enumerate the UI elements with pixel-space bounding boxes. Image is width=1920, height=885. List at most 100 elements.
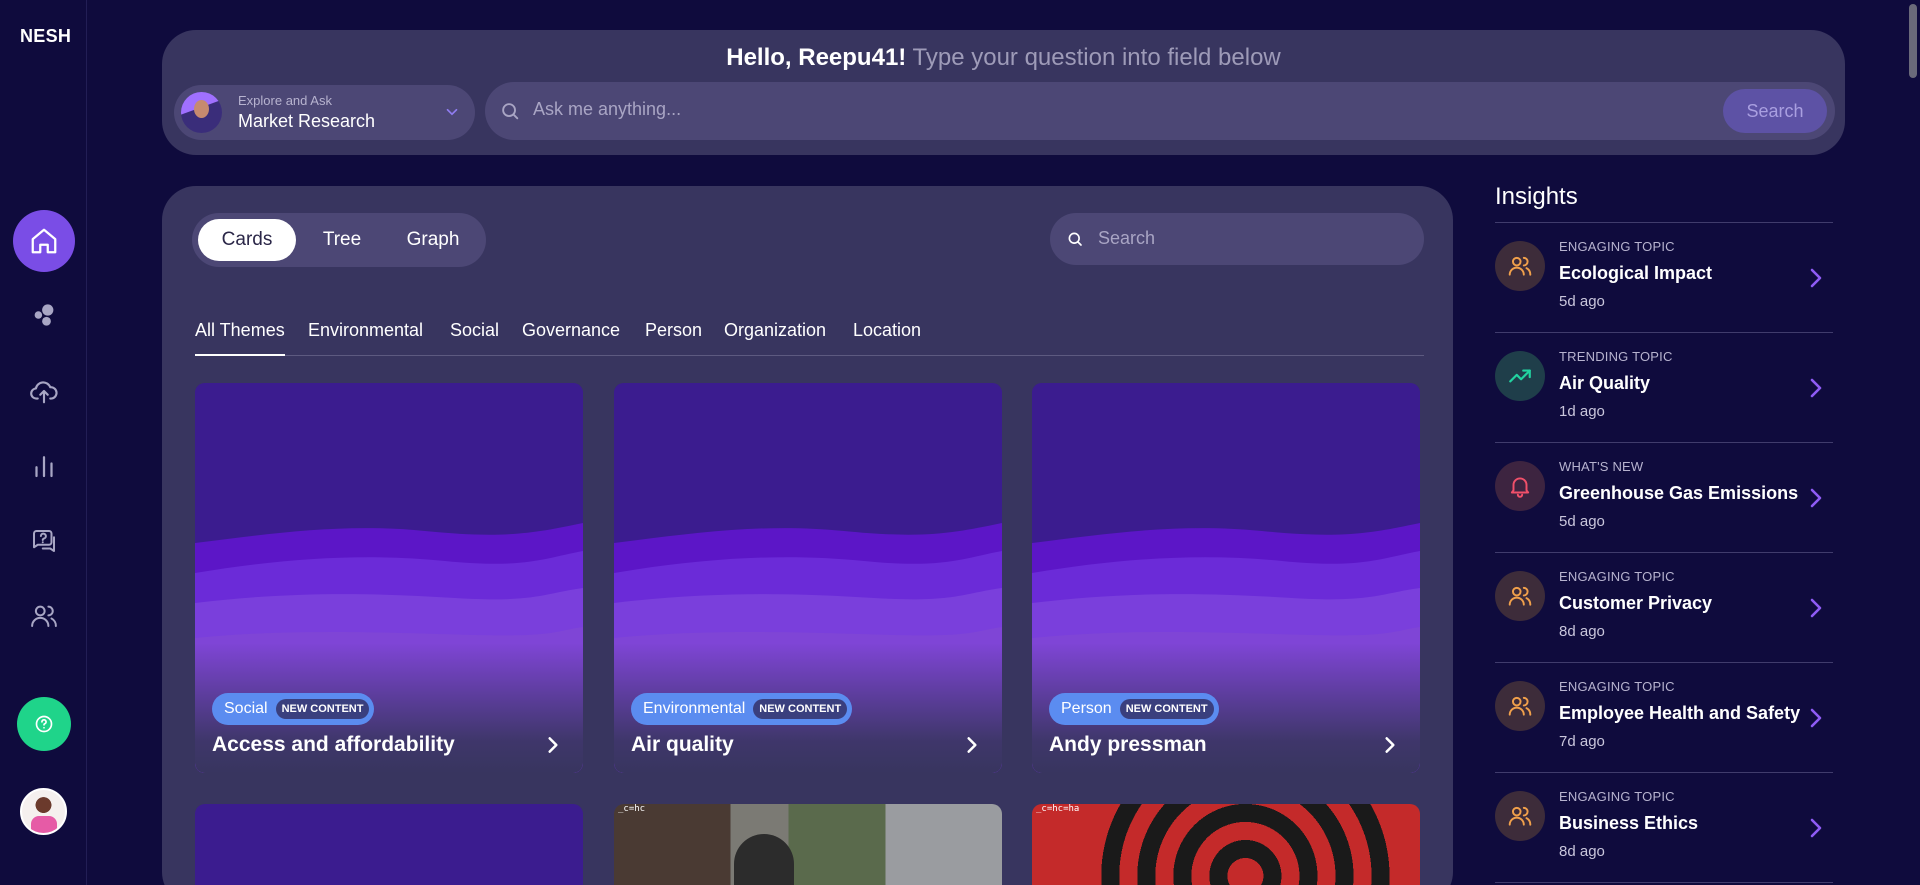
view-tree[interactable]: Tree <box>304 219 380 261</box>
greeting-name: Hello, Reepu41! <box>726 44 907 71</box>
insight-title: Business Ethics <box>1559 813 1699 833</box>
tab-social[interactable]: Social <box>450 320 499 356</box>
insight-item[interactable]: ENGAGING TOPIC Employee Health and Safet… <box>1495 663 1833 773</box>
chevron-right-icon[interactable] <box>1809 817 1823 839</box>
insight-time: 7d ago <box>1559 733 1605 750</box>
insight-icon-wrap <box>1495 241 1545 291</box>
theme-card-image[interactable]: _c=hc=ha <box>1032 804 1420 885</box>
new-content-badge: NEW CONTENT <box>275 699 370 719</box>
chevron-right-icon[interactable] <box>1809 707 1823 729</box>
insight-time: 5d ago <box>1559 513 1605 530</box>
tab-person[interactable]: Person <box>645 320 702 356</box>
chevron-right-icon[interactable] <box>1809 377 1823 399</box>
selector-avatar <box>181 92 222 133</box>
insight-time: 8d ago <box>1559 843 1605 860</box>
theme-card[interactable]: Social NEW CONTENT Access and affordabil… <box>195 383 583 773</box>
insight-item[interactable]: TRENDING TOPIC Air Quality 1d ago <box>1495 333 1833 443</box>
theme-search-input[interactable]: Search <box>1050 213 1424 265</box>
insight-category: WHAT'S NEW <box>1559 459 1644 474</box>
user-avatar[interactable] <box>20 788 67 835</box>
card-tag-label: Environmental <box>643 700 746 717</box>
tab-governance[interactable]: Governance <box>522 320 620 356</box>
nav-questions[interactable] <box>13 510 75 572</box>
nav-upload[interactable] <box>13 360 75 422</box>
chevron-right-icon[interactable] <box>1809 487 1823 509</box>
insight-category: ENGAGING TOPIC <box>1559 679 1675 694</box>
cloud-upload-icon <box>30 381 58 404</box>
selector-label: Explore and Ask <box>238 93 332 108</box>
users-icon <box>1508 256 1532 276</box>
insight-icon-wrap <box>1495 681 1545 731</box>
ask-input[interactable]: Ask me anything... Search <box>485 82 1835 140</box>
nav-topics[interactable] <box>13 284 75 346</box>
chevron-down-icon <box>446 108 458 116</box>
view-cards[interactable]: Cards <box>198 219 296 261</box>
view-toggle: Cards Tree Graph <box>192 213 486 267</box>
insight-time: 5d ago <box>1559 293 1605 310</box>
insight-item[interactable]: ENGAGING TOPIC Customer Privacy 8d ago <box>1495 553 1833 663</box>
chat-question-icon <box>33 530 55 552</box>
tab-all-themes[interactable]: All Themes <box>195 320 285 356</box>
help-button[interactable] <box>17 697 71 751</box>
tab-location[interactable]: Location <box>853 320 921 356</box>
card-title: Air quality <box>631 733 734 756</box>
nav-users[interactable] <box>13 585 75 647</box>
nav-analytics[interactable] <box>13 435 75 497</box>
card-title: Access and affordability <box>212 733 455 756</box>
tab-organization[interactable]: Organization <box>724 320 826 356</box>
insight-category: TRENDING TOPIC <box>1559 349 1673 364</box>
tab-environmental[interactable]: Environmental <box>308 320 423 356</box>
users-icon <box>1508 806 1532 826</box>
theme-card[interactable]: Environmental NEW CONTENT Air quality <box>614 383 1002 773</box>
insight-category: ENGAGING TOPIC <box>1559 789 1675 804</box>
image-caption: _c=hc <box>618 804 646 814</box>
insight-title: Air Quality <box>1559 373 1651 393</box>
scrollbar-thumb[interactable] <box>1909 4 1917 78</box>
chevron-right-icon[interactable] <box>1809 597 1823 619</box>
app-logo: NESH <box>20 26 72 46</box>
theme-card[interactable] <box>195 804 583 885</box>
insight-title: Customer Privacy <box>1559 593 1713 613</box>
insight-item[interactable]: ENGAGING TOPIC Business Ethics 8d ago <box>1495 773 1833 883</box>
theme-search-placeholder: Search <box>1098 228 1156 248</box>
insight-category: ENGAGING TOPIC <box>1559 569 1675 584</box>
insight-category: ENGAGING TOPIC <box>1559 239 1675 254</box>
theme-tabs: All Themes Environmental Social Governan… <box>195 320 1424 356</box>
bell-icon <box>1510 477 1530 498</box>
selector-value: Market Research <box>238 111 376 131</box>
card-tag: Social NEW CONTENT <box>212 693 375 725</box>
topic-selector[interactable]: Explore and Ask Market Research <box>174 85 475 140</box>
question-circle-icon <box>35 715 53 733</box>
ask-search-button[interactable]: Search <box>1723 89 1827 133</box>
view-graph[interactable]: Graph <box>388 219 478 261</box>
chevron-right-icon[interactable] <box>1809 267 1823 289</box>
chevron-right-icon[interactable] <box>1380 733 1400 757</box>
new-content-badge: NEW CONTENT <box>1119 699 1214 719</box>
insight-item[interactable]: ENGAGING TOPIC Ecological Impact 5d ago <box>1495 223 1833 333</box>
insight-icon-wrap <box>1495 571 1545 621</box>
insight-icon-wrap <box>1495 351 1545 401</box>
chevron-right-icon[interactable] <box>962 733 982 757</box>
card-title: Andy pressman <box>1049 733 1207 756</box>
theme-card-image[interactable]: _c=hc <box>614 804 1002 885</box>
card-tag-label: Person <box>1061 700 1112 717</box>
card-tag: Environmental NEW CONTENT <box>631 693 853 725</box>
insight-item[interactable]: WHAT'S NEW Greenhouse Gas Emissions 5d a… <box>1495 443 1833 553</box>
greeting: Hello, Reepu41! Type your question into … <box>162 44 1845 72</box>
users-icon <box>1508 586 1532 606</box>
insight-time: 8d ago <box>1559 623 1605 640</box>
page-scrollbar[interactable] <box>1906 0 1920 885</box>
search-icon <box>1068 232 1082 246</box>
users-icon <box>1508 696 1532 716</box>
theme-card[interactable]: Person NEW CONTENT Andy pressman <box>1032 383 1420 773</box>
insight-title: Ecological Impact <box>1559 263 1713 283</box>
nav-home[interactable] <box>13 210 75 272</box>
sidebar: NESH <box>0 0 87 885</box>
insight-time: 1d ago <box>1559 403 1605 420</box>
trending-up-icon <box>1509 369 1531 383</box>
search-icon <box>502 103 519 120</box>
ask-placeholder: Ask me anything... <box>533 99 682 119</box>
greeting-prompt: Type your question into field below <box>912 44 1281 71</box>
ask-panel: Hello, Reepu41! Type your question into … <box>162 30 1845 155</box>
chevron-right-icon[interactable] <box>543 733 563 757</box>
